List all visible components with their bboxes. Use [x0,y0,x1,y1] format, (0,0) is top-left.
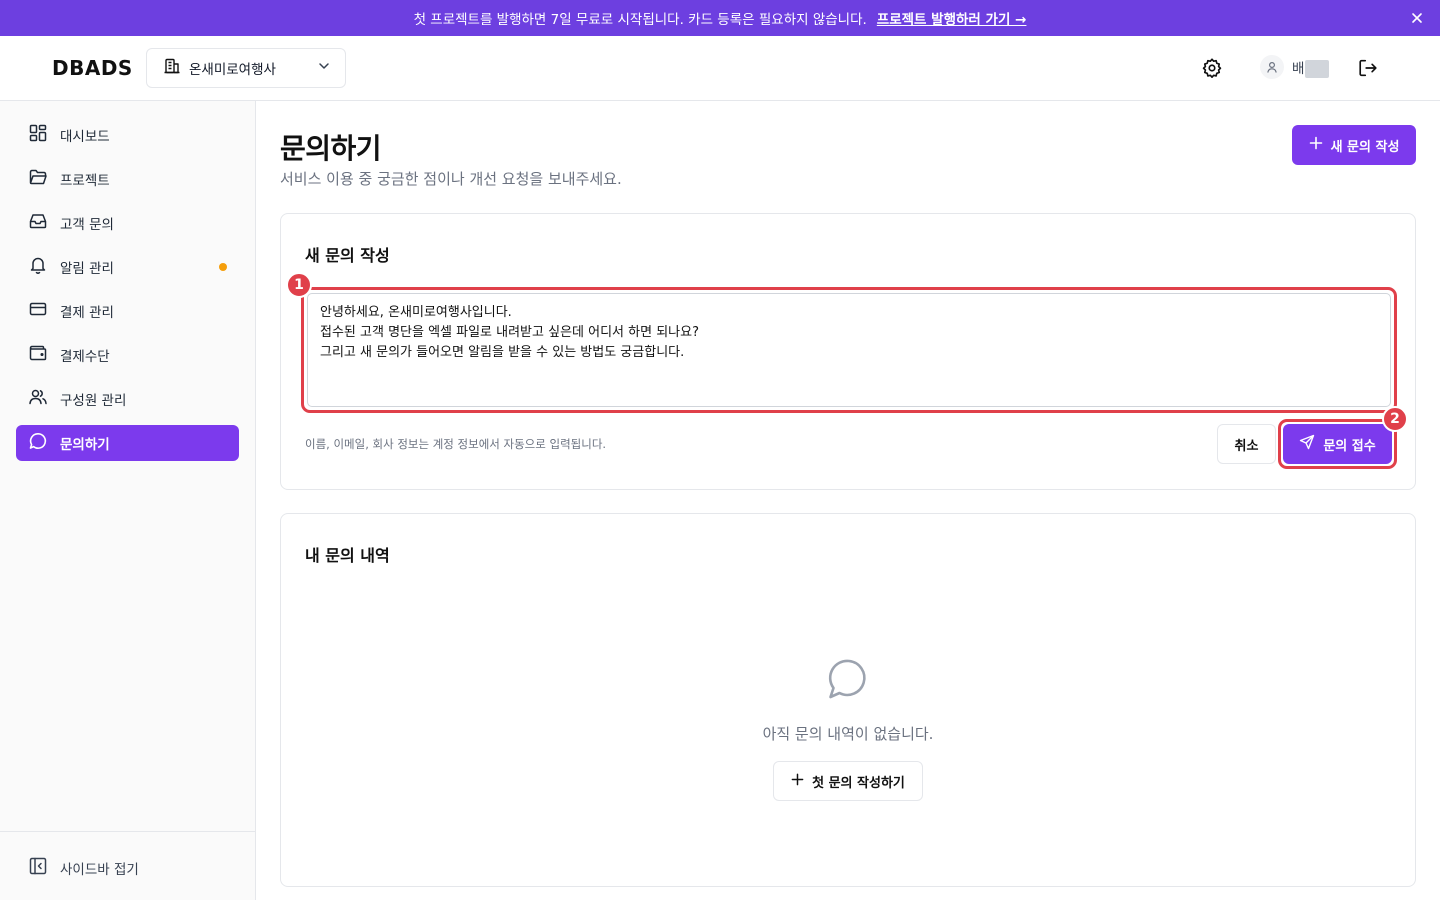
history-title: 내 문의 내역 [305,546,390,565]
top-header: DBADS 온새미로여행사 배 [0,36,1440,101]
compose-title: 새 문의 작성 [305,246,390,265]
plus-icon [1309,136,1323,154]
plus-icon [791,773,804,790]
banner-message: 첫 프로젝트를 발행하면 7일 무료로 시작됩니다. 카드 등록은 필요하지 않… [413,12,867,28]
folder-icon [28,167,48,191]
page-subtitle: 서비스 이용 중 궁금한 점이나 개선 요청을 보내주세요. [280,170,622,188]
helper-text: 이름, 이메일, 회사 정보는 계정 정보에서 자동으로 입력됩니다. [305,437,607,451]
sidebar-item-dashboard[interactable]: 대시보드 [16,117,239,153]
user-icon [1260,55,1284,79]
sidebar-item-contact[interactable]: 문의하기 [16,425,239,461]
history-card: 내 문의 내역 아직 문의 내역이 없습니다. 첫 문의 작성하기 [280,513,1416,887]
organization-name: 온새미로여행사 [189,62,276,78]
credit-card-icon [28,299,48,323]
sidebar-item-label: 대시보드 [60,129,110,145]
sidebar-item-payment-methods[interactable]: 결제수단 [16,337,239,373]
compose-card: 새 문의 작성 안녕하세요, 온새미로여행사입니다. 접수된 고객 명단을 엑셀… [280,213,1416,490]
dashboard-icon [28,123,48,147]
sidebar-collapse-icon [28,856,48,880]
sidebar-item-notifications[interactable]: 알림 관리 [16,249,239,285]
user-menu[interactable]: 배 [1260,55,1330,79]
empty-state-text: 아직 문의 내역이 없습니다. [762,725,934,743]
send-icon [1299,434,1315,454]
sidebar-item-members[interactable]: 구성원 관리 [16,381,239,417]
user-name: 배 [1292,57,1330,78]
collapse-sidebar-label: 사이드바 접기 [60,862,139,878]
notification-dot [219,263,227,271]
organization-select[interactable]: 온새미로여행사 [146,48,346,88]
sidebar-item-label: 문의하기 [60,437,110,453]
sidebar: 대시보드 프로젝트 고객 문의 알림 관리 결제 관리 결제수단 구성원 관리 … [0,101,256,900]
wallet-icon [28,343,48,367]
user-name-text: 배 [1292,60,1305,77]
new-inquiry-label: 새 문의 작성 [1330,139,1400,155]
sidebar-item-billing[interactable]: 결제 관리 [16,293,239,329]
sidebar-footer: 사이드바 접기 [0,831,255,900]
chat-bubble-icon [826,657,870,705]
sidebar-item-label: 구성원 관리 [60,393,127,409]
submit-inquiry-label: 문의 접수 [1323,438,1376,454]
sidebar-item-label: 알림 관리 [60,261,114,277]
highlight-box-1: 안녕하세요, 온새미로여행사입니다. 접수된 고객 명단을 엑셀 파일로 내려받… [301,287,1397,413]
inquiry-message-input[interactable]: 안녕하세요, 온새미로여행사입니다. 접수된 고객 명단을 엑셀 파일로 내려받… [307,293,1391,407]
sidebar-item-projects[interactable]: 프로젝트 [16,161,239,197]
app-logo[interactable]: DBADS [52,56,133,80]
building-icon [163,57,181,79]
step-badge-1: 1 [286,272,312,298]
highlight-box-2: 문의 접수 [1278,419,1397,469]
write-first-inquiry-label: 첫 문의 작성하기 [812,775,905,791]
sidebar-item-label: 프로젝트 [60,173,110,189]
page-title: 문의하기 [280,132,382,165]
chevron-down-icon [317,59,331,77]
step-badge-2: 2 [1382,406,1408,432]
close-icon[interactable] [1408,9,1426,27]
sidebar-item-label: 결제 관리 [60,305,114,321]
empty-state: 아직 문의 내역이 없습니다. 첫 문의 작성하기 [281,657,1415,801]
message-icon [28,431,48,455]
sidebar-item-label: 결제수단 [60,349,110,365]
sidebar-item-label: 고객 문의 [60,217,114,233]
collapse-sidebar-button[interactable]: 사이드바 접기 [28,856,139,880]
cancel-button[interactable]: 취소 [1217,424,1276,464]
submit-inquiry-button[interactable]: 문의 접수 [1283,424,1392,464]
bell-icon [28,255,48,279]
promo-banner: 첫 프로젝트를 발행하면 7일 무료로 시작됩니다. 카드 등록은 필요하지 않… [0,0,1440,36]
users-icon [28,387,48,411]
sidebar-item-customer-inquiries[interactable]: 고객 문의 [16,205,239,241]
redacted-name [1305,59,1330,78]
banner-link[interactable]: 프로젝트 발행하러 가기 → [877,8,1027,28]
write-first-inquiry-button[interactable]: 첫 문의 작성하기 [773,761,923,801]
inbox-icon [28,211,48,235]
main-content: 문의하기 서비스 이용 중 궁금한 점이나 개선 요청을 보내주세요. 새 문의… [256,101,1440,900]
logout-icon[interactable] [1354,54,1382,82]
new-inquiry-button[interactable]: 새 문의 작성 [1292,125,1416,165]
gear-icon[interactable] [1198,54,1226,82]
